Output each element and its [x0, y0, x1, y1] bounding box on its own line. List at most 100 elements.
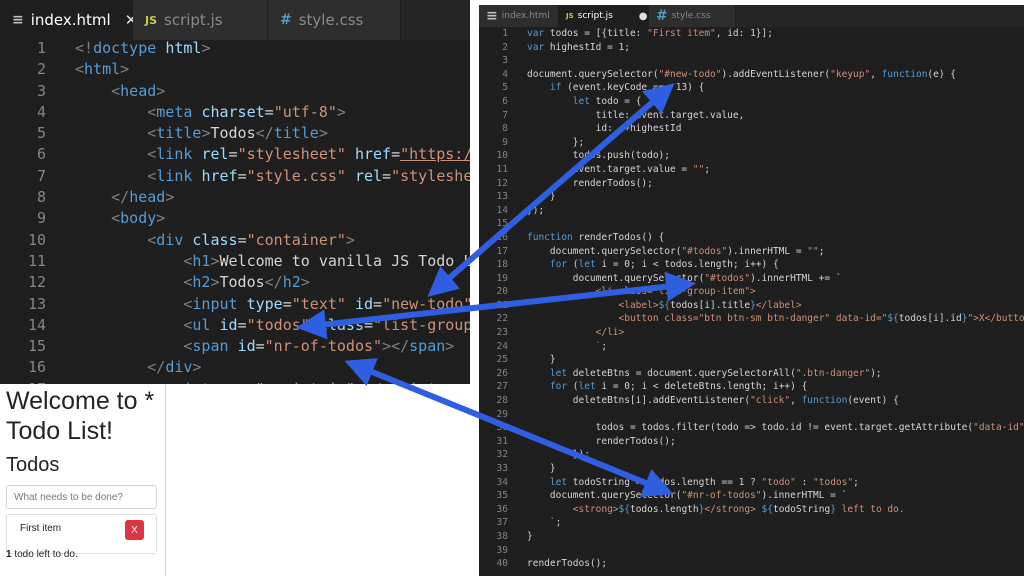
- line-number: 14: [27, 315, 46, 334]
- tab-style-css[interactable]: # style.css: [268, 0, 401, 40]
- code-line[interactable]: 18 for (let i = 0; i < todos.length; i++…: [479, 258, 1024, 272]
- code-token: ".btn-danger": [795, 367, 871, 379]
- line-number: 36: [496, 503, 508, 515]
- code-line[interactable]: 7 title: event.target.value,: [479, 109, 1024, 123]
- code-line[interactable]: 7 <link href="style.css" rel="stylesheet: [0, 166, 470, 187]
- code-token: );: [870, 367, 882, 379]
- code-line[interactable]: 10 <div class="container">: [0, 230, 470, 251]
- code-line[interactable]: 15 <span id="nr-of-todos"></span>: [0, 336, 470, 357]
- line-number: 31: [496, 435, 508, 447]
- code-line[interactable]: 16 function renderTodos() {: [479, 231, 1024, 245]
- code-line[interactable]: 30 todos = todos.filter(todo => todo.id …: [479, 421, 1024, 435]
- code-line[interactable]: 40 renderTodos();: [479, 557, 1024, 571]
- code-token: >: [165, 188, 175, 207]
- code-text: renderTodos();: [527, 177, 653, 191]
- code-line[interactable]: 17 document.querySelector("#todos").inne…: [479, 245, 1024, 259]
- code-line[interactable]: 5 if (event.keyCode === 13) {: [479, 81, 1024, 95]
- code-token: html: [165, 39, 202, 57]
- new-todo-input[interactable]: [6, 485, 157, 509]
- code-line[interactable]: 12 <h2>Todos</h2>: [0, 272, 470, 293]
- code-line[interactable]: 14 <ul id="todos" class="list-group">: [0, 315, 470, 336]
- code-line[interactable]: 28 deleteBtns[i].addEventListener("click…: [479, 394, 1024, 408]
- code-line[interactable]: 6 let todo = {: [479, 95, 1024, 109]
- code-token: deleteBtns = document.querySelectorAll(: [567, 367, 796, 379]
- code-line[interactable]: 31 renderTodos();: [479, 435, 1024, 449]
- code-line[interactable]: 9 };: [479, 136, 1024, 150]
- code-line[interactable]: 29: [479, 408, 1024, 422]
- code-text: todos = todos.filter(todo => todo.id != …: [527, 421, 1024, 435]
- code-line[interactable]: 27 for (let i = 0; i < deleteBtns.length…: [479, 380, 1024, 394]
- code-token: <!: [75, 39, 94, 57]
- browser-preview: Welcome to * Todo List! Todos First item…: [0, 384, 166, 576]
- code-text: `;: [527, 516, 561, 530]
- code-line[interactable]: 15: [479, 217, 1024, 231]
- code-line[interactable]: 8 id: ++highestId: [479, 122, 1024, 136]
- tab-script-js[interactable]: JS script.js ●: [559, 5, 649, 27]
- code-line[interactable]: 11 <h1>Welcome to vanilla JS Todo Lis: [0, 251, 470, 272]
- code-line[interactable]: 19 document.querySelector("#todos").inne…: [479, 272, 1024, 286]
- code-token: "list-group": [373, 315, 470, 334]
- code-line[interactable]: 12 renderTodos();: [479, 177, 1024, 191]
- code-line[interactable]: 2 var highestId = 1;: [479, 41, 1024, 55]
- code-line[interactable]: 1 var todos = [{title: "First item", id: …: [479, 27, 1024, 41]
- code-line[interactable]: 5 <title>Todos</title>: [0, 123, 470, 144]
- code-line[interactable]: 25 }: [479, 353, 1024, 367]
- code-token: >: [192, 358, 202, 377]
- code-line[interactable]: 3 <head>: [0, 81, 470, 102]
- tab-index-html[interactable]: ≡ index.html ✕: [0, 0, 137, 40]
- code-line[interactable]: 26 let deleteBtns = document.querySelect…: [479, 367, 1024, 381]
- right-code-area[interactable]: 1 var todos = [{title: "First item", id: …: [479, 27, 1024, 571]
- code-line[interactable]: 1 <!doctype html>: [0, 38, 470, 59]
- code-token: i = 0; i < todos.length; i++) {: [595, 259, 779, 271]
- code-line[interactable]: 6 <link rel="stylesheet" href="https://s: [0, 144, 470, 165]
- tab-script-js[interactable]: JS script.js: [133, 0, 268, 40]
- code-line[interactable]: 10 todos.push(todo);: [479, 149, 1024, 163]
- code-text: </div>: [75, 357, 201, 378]
- code-token: <: [111, 81, 121, 100]
- code-line[interactable]: 14});: [479, 204, 1024, 218]
- code-line[interactable]: 2 <html>: [0, 59, 470, 80]
- left-code-area[interactable]: 1 <!doctype html> 2 <html> 3 <head> 4 <meta c…: [0, 38, 470, 384]
- code-line[interactable]: 37 `;: [479, 516, 1024, 530]
- code-token: ,: [790, 395, 802, 407]
- code-line[interactable]: 38}: [479, 530, 1024, 544]
- code-line[interactable]: 34 let todoString = todos.length == 1 ? …: [479, 476, 1024, 490]
- code-line[interactable]: 13 <input type="text" id="new-todo" r: [0, 294, 470, 315]
- line-number: 3: [502, 55, 508, 67]
- code-text: title: event.target.value,: [527, 109, 745, 123]
- code-line[interactable]: 3: [479, 54, 1024, 68]
- code-line[interactable]: 24 `;: [479, 340, 1024, 354]
- tab-style-css[interactable]: # style.css: [649, 5, 736, 27]
- code-token: href: [354, 145, 392, 164]
- delete-todo-button[interactable]: X: [125, 520, 144, 540]
- code-line[interactable]: 21 <label>${todos[i].title}</label>: [479, 299, 1024, 313]
- line-number: 8: [36, 188, 46, 207]
- line-number: 39: [496, 544, 508, 556]
- code-token: ${: [618, 503, 630, 515]
- code-text: <li class="list-group-item">: [527, 285, 756, 299]
- code-token: function: [881, 68, 928, 80]
- code-line[interactable]: 22 <button class="btn btn-sm btn-danger"…: [479, 312, 1024, 326]
- code-text: <body>: [75, 208, 165, 229]
- code-line[interactable]: 11 event.target.value = "";: [479, 163, 1024, 177]
- unsaved-dot-icon[interactable]: ●: [639, 11, 648, 22]
- code-line[interactable]: 9 <body>: [0, 208, 470, 229]
- code-line[interactable]: 32 });: [479, 448, 1024, 462]
- code-line[interactable]: 8 </head>: [0, 187, 470, 208]
- tab-index-html[interactable]: ≡ index.html: [479, 5, 559, 27]
- code-token: var: [527, 28, 545, 39]
- code-line[interactable]: 13 }: [479, 190, 1024, 204]
- code-line[interactable]: 36 <strong>${todos.length}</strong> ${to…: [479, 503, 1024, 517]
- code-line[interactable]: 35 document.querySelector("#nr-of-todos"…: [479, 489, 1024, 503]
- code-line[interactable]: 4 document.querySelector("#new-todo").add…: [479, 68, 1024, 82]
- code-line[interactable]: 39: [479, 544, 1024, 558]
- code-token: doctype: [93, 39, 157, 57]
- line-number: 19: [496, 272, 508, 284]
- code-line[interactable]: 20 <li class="list-group-item">: [479, 285, 1024, 299]
- code-line[interactable]: 23 </li>: [479, 326, 1024, 340]
- code-line[interactable]: 33 }: [479, 462, 1024, 476]
- code-line[interactable]: 16 </div>: [0, 357, 470, 378]
- code-line[interactable]: 4 <meta charset="utf-8">: [0, 102, 470, 123]
